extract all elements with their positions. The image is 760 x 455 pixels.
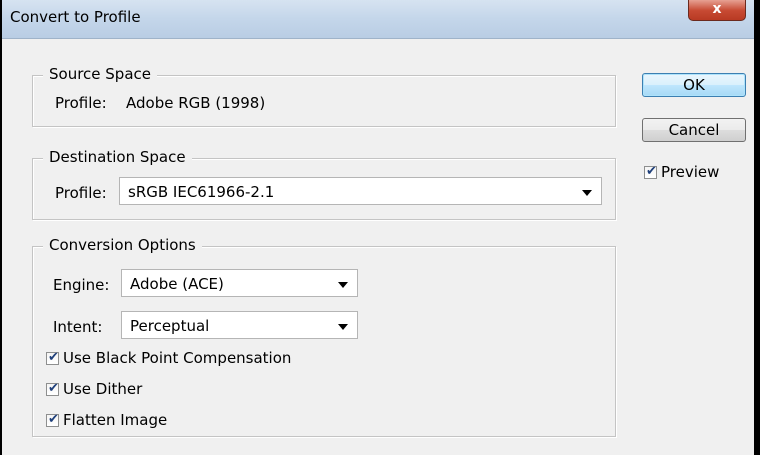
- use-dither-checkbox[interactable]: ✔: [46, 381, 59, 396]
- black-point-compensation-label[interactable]: Use Black Point Compensation: [63, 349, 291, 367]
- conversion-options-group: Conversion Options Engine: Adobe (ACE) I…: [32, 236, 616, 437]
- cancel-button[interactable]: Cancel: [642, 118, 746, 142]
- checkmark-icon: ✔: [646, 164, 657, 179]
- intent-select[interactable]: Perceptual: [121, 311, 358, 339]
- destination-profile-value: sRGB IEC61966-2.1: [128, 183, 275, 201]
- black-point-compensation-checkbox[interactable]: ✔: [46, 350, 59, 365]
- intent-value: Perceptual: [130, 317, 210, 335]
- conversion-options-legend: Conversion Options: [43, 236, 202, 254]
- window-title: Convert to Profile: [10, 8, 141, 26]
- engine-value: Adobe (ACE): [130, 275, 224, 293]
- preview-label[interactable]: Preview: [661, 163, 719, 181]
- use-dither-label[interactable]: Use Dither: [63, 380, 142, 398]
- destination-space-legend: Destination Space: [43, 148, 192, 166]
- destination-profile-label: Profile:: [55, 184, 107, 202]
- engine-select[interactable]: Adobe (ACE): [121, 269, 358, 297]
- preview-checkbox[interactable]: ✔: [644, 164, 657, 179]
- title-bar: Convert to Profile x: [2, 0, 754, 39]
- source-profile-value: Adobe RGB (1998): [126, 94, 266, 112]
- chevron-down-icon: [338, 324, 348, 330]
- checkmark-icon: ✔: [48, 381, 59, 396]
- convert-to-profile-dialog: Convert to Profile x Source Space Profil…: [0, 0, 756, 455]
- chevron-down-icon: [338, 282, 348, 288]
- source-profile-label: Profile:: [55, 94, 107, 112]
- source-space-legend: Source Space: [43, 65, 157, 83]
- engine-label: Engine:: [53, 276, 110, 294]
- chevron-down-icon: [582, 190, 592, 196]
- checkmark-icon: ✔: [48, 350, 59, 365]
- close-button[interactable]: x: [688, 0, 746, 21]
- destination-space-group: Destination Space Profile: sRGB IEC61966…: [32, 148, 616, 220]
- intent-label: Intent:: [53, 318, 103, 336]
- destination-profile-select[interactable]: sRGB IEC61966-2.1: [119, 177, 602, 205]
- flatten-image-label[interactable]: Flatten Image: [63, 411, 167, 429]
- ok-button[interactable]: OK: [642, 73, 746, 97]
- flatten-image-checkbox[interactable]: ✔: [46, 412, 59, 427]
- source-space-group: Source Space Profile: Adobe RGB (1998): [32, 65, 616, 127]
- checkmark-icon: ✔: [48, 412, 59, 427]
